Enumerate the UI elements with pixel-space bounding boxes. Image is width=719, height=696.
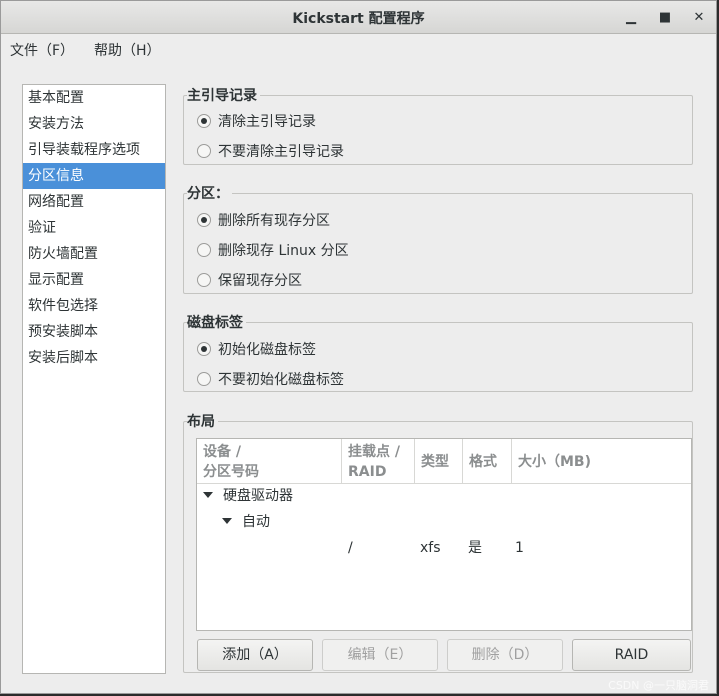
column-device-line1: 设备 / [203,444,241,460]
preserve-label: 保留现存分区 [218,273,302,289]
column-mount[interactable]: 挂载点 / RAID [342,439,415,484]
tree-row-auto[interactable]: 自动 [222,512,270,532]
sidebar-item-auth[interactable]: 验证 [23,215,165,241]
disklabel-title: 磁盘标签 [187,312,246,332]
sidebar-item-bootloader[interactable]: 引导装载程序选项 [23,137,165,163]
tree-row-harddrives[interactable]: 硬盘驱动器 [203,486,293,506]
tree-child-label: 自动 [242,514,270,530]
raid-button[interactable]: RAID [572,639,691,671]
no-init-label-radio[interactable]: 不要初始化磁盘标签 [197,370,344,390]
mbr-keep-label: 不要清除主引导记录 [218,144,344,160]
column-type[interactable]: 类型 [415,439,463,484]
remove-linux-radio[interactable]: 删除现存 Linux 分区 [197,241,349,261]
cell-size: 1 [515,540,524,556]
mbr-keep-radio[interactable]: 不要清除主引导记录 [197,142,344,162]
tree-header: 设备 / 分区号码 挂载点 / RAID 类型 格式 大小（MB) [197,439,691,484]
column-format[interactable]: 格式 [463,439,512,484]
radio-checked-icon [197,213,211,227]
column-device-line2: 分区号码 [203,464,259,480]
sidebar-item-display[interactable]: 显示配置 [23,267,165,293]
column-device[interactable]: 设备 / 分区号码 [197,439,342,484]
layout-title: 布局 [187,411,218,431]
partition-tree[interactable]: 设备 / 分区号码 挂载点 / RAID 类型 格式 大小（MB) 硬盘驱动器 … [196,438,692,631]
column-mount-line1: 挂载点 / [348,444,400,460]
radio-unchecked-icon [197,273,211,287]
add-button[interactable]: 添加（A） [197,639,313,671]
init-label-text: 初始化磁盘标签 [218,342,316,358]
sidebar-item-basic[interactable]: 基本配置 [23,85,165,111]
sidebar-item-install-method[interactable]: 安装方法 [23,111,165,137]
maximize-icon[interactable]: ■ [654,7,676,29]
init-label-radio[interactable]: 初始化磁盘标签 [197,340,316,360]
radio-checked-icon [197,114,211,128]
column-size[interactable]: 大小（MB) [512,439,691,484]
sidebar-item-packages[interactable]: 软件包选择 [23,293,165,319]
cell-format: 是 [468,540,482,556]
menu-bar: 文件（F） 帮助（H） [1,34,716,62]
remove-all-radio[interactable]: 删除所有现存分区 [197,211,330,231]
radio-unchecked-icon [197,372,211,386]
delete-button[interactable]: 删除（D） [447,639,563,671]
minimize-icon[interactable]: ▁ [620,7,642,29]
sidebar-item-firewall[interactable]: 防火墙配置 [23,241,165,267]
edit-button[interactable]: 编辑（E） [322,639,438,671]
mbr-title: 主引导记录 [187,85,260,105]
radio-unchecked-icon [197,243,211,257]
partitions-title: 分区： [187,183,232,203]
no-init-label-text: 不要初始化磁盘标签 [218,372,344,388]
expander-down-icon[interactable] [203,492,213,498]
tree-root-label: 硬盘驱动器 [223,488,293,504]
sidebar-item-post-script[interactable]: 安装后脚本 [23,345,165,371]
expander-down-icon[interactable] [222,518,232,524]
column-mount-line2: RAID [348,464,387,480]
kickstart-window: Kickstart 配置程序 ▁ ■ ✕ 文件（F） 帮助（H） 基本配置 安装… [0,0,717,694]
mbr-clear-radio[interactable]: 清除主引导记录 [197,112,316,132]
close-icon[interactable]: ✕ [688,7,710,29]
cell-mount: / [348,540,353,556]
radio-checked-icon [197,342,211,356]
sidebar-item-network[interactable]: 网络配置 [23,189,165,215]
menu-file[interactable]: 文件（F） [10,40,74,60]
mbr-clear-label: 清除主引导记录 [218,114,316,130]
sidebar-item-partition[interactable]: 分区信息 [23,163,165,189]
window-title: Kickstart 配置程序 [292,11,425,27]
cell-type: xfs [420,540,441,556]
title-bar[interactable]: Kickstart 配置程序 ▁ ■ ✕ [1,1,716,34]
preserve-radio[interactable]: 保留现存分区 [197,271,302,291]
menu-help[interactable]: 帮助（H） [94,40,161,60]
remove-linux-label: 删除现存 Linux 分区 [218,243,349,259]
watermark: CSDN @一只脑洞君 [608,679,709,692]
radio-unchecked-icon [197,144,211,158]
remove-all-label: 删除所有现存分区 [218,213,330,229]
category-list: 基本配置 安装方法 引导装载程序选项 分区信息 网络配置 验证 防火墙配置 显示… [22,84,166,674]
sidebar-item-pre-script[interactable]: 预安装脚本 [23,319,165,345]
